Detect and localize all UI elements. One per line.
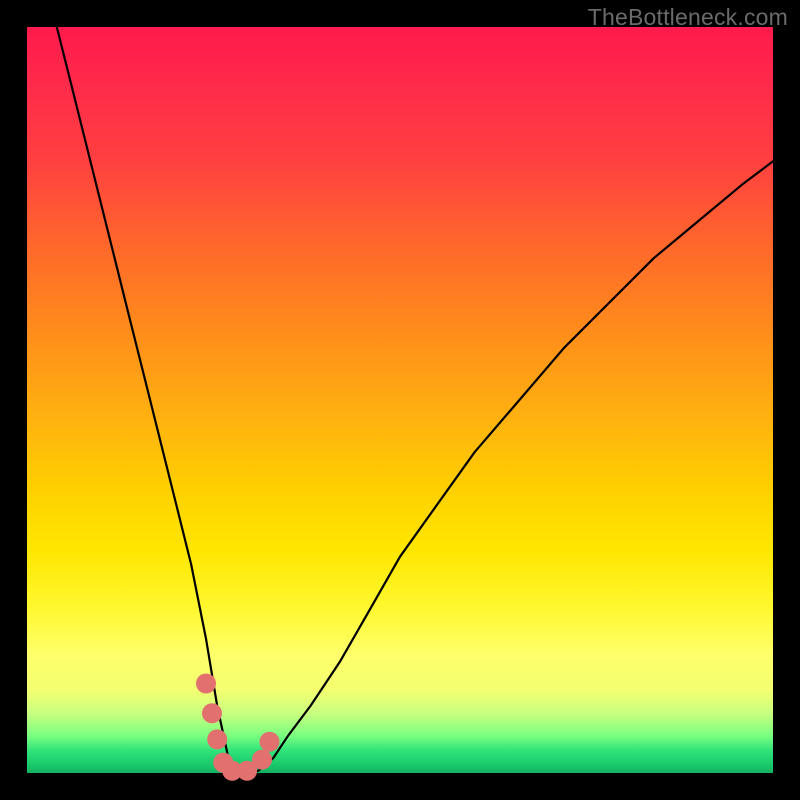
bottleneck-curve (57, 27, 773, 773)
chart-svg (27, 27, 773, 773)
marker-group (196, 674, 280, 781)
curve-marker (196, 674, 216, 694)
plot-area (27, 27, 773, 773)
watermark-text: TheBottleneck.com (588, 4, 788, 31)
curve-marker (260, 732, 280, 752)
curve-marker (202, 703, 222, 723)
curve-marker (207, 729, 227, 749)
chart-frame: TheBottleneck.com (0, 0, 800, 800)
curve-marker (252, 750, 272, 770)
